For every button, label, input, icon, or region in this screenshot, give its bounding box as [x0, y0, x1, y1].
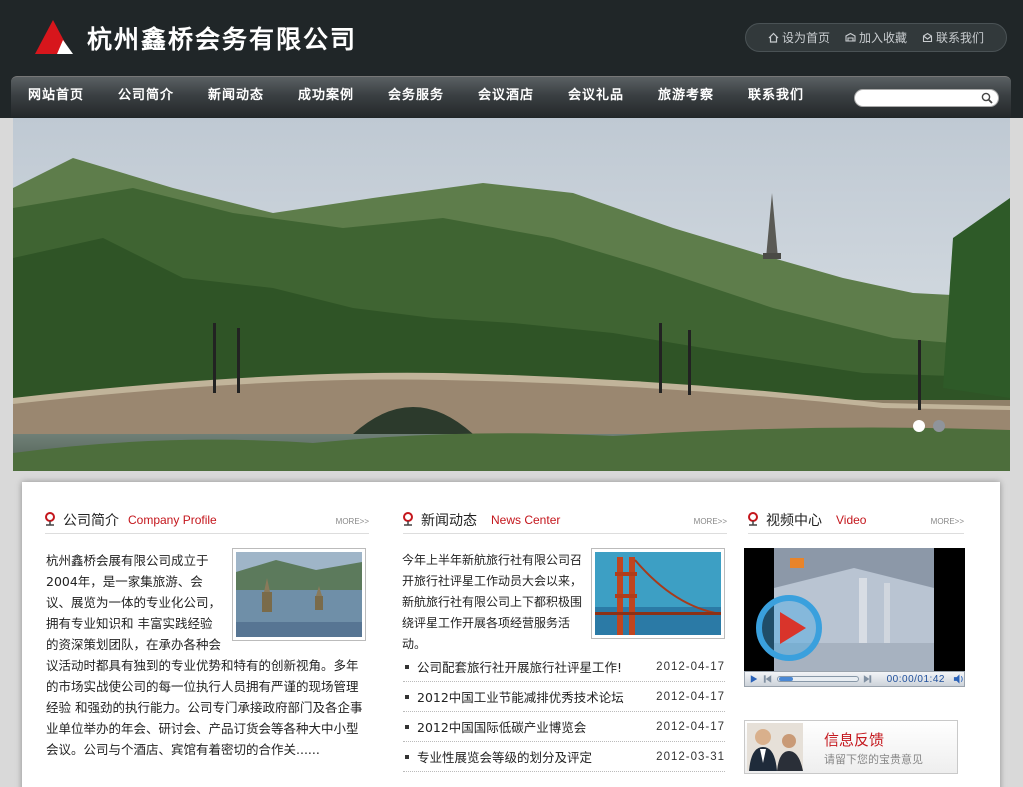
- video-frame-image: [744, 548, 965, 671]
- home-icon: [768, 32, 779, 43]
- contact-us-label: 联系我们: [936, 31, 985, 45]
- news-title-en: News Center: [491, 513, 561, 527]
- location-pin-icon: [748, 512, 758, 526]
- news-item-date: 2012-04-17: [656, 720, 725, 733]
- banner-landscape-image: [13, 118, 1010, 471]
- banner-pagination: [913, 420, 953, 432]
- news-thumbnail[interactable]: [591, 548, 725, 639]
- nav-item-gifts[interactable]: 会议礼品: [551, 77, 641, 117]
- business-people-image: [747, 723, 803, 771]
- video-header: 视频中心 Video MORE>>: [748, 504, 964, 534]
- west-lake-pagoda-image: [236, 552, 362, 637]
- news-header: 新闻动态 News Center MORE>>: [403, 504, 727, 534]
- site-title[interactable]: 杭州鑫桥会务有限公司: [87, 22, 357, 58]
- news-item[interactable]: 公司配套旅行社开展旅行社评星工作! 2012-04-17: [403, 652, 725, 682]
- video-title-cn: 视频中心: [766, 513, 822, 529]
- contact-icon: [922, 32, 933, 43]
- play-icon[interactable]: [748, 673, 759, 685]
- search-box: [854, 89, 999, 107]
- nav-item-home[interactable]: 网站首页: [11, 77, 101, 117]
- about-title-cn: 公司简介: [63, 513, 119, 529]
- video-player[interactable]: 00:00/01:42: [744, 548, 965, 687]
- about-header: 公司简介 Company Profile MORE>>: [45, 504, 369, 534]
- news-item-title: 2012中国国际低碳产业博览会: [417, 720, 587, 735]
- nav-item-cases[interactable]: 成功案例: [281, 77, 371, 117]
- nav-item-news[interactable]: 新闻动态: [191, 77, 281, 117]
- nav-item-contact[interactable]: 联系我们: [731, 77, 821, 117]
- search-input[interactable]: [863, 91, 978, 105]
- location-pin-icon: [45, 512, 55, 526]
- banner-dot-1[interactable]: [913, 420, 925, 432]
- news-list: 公司配套旅行社开展旅行社评星工作! 2012-04-17 2012中国工业节能减…: [403, 652, 725, 772]
- video-more-link[interactable]: MORE>>: [931, 517, 964, 526]
- favorite-icon: [845, 32, 856, 42]
- rewind-icon[interactable]: [762, 673, 773, 685]
- news-item-date: 2012-03-31: [656, 750, 725, 763]
- feedback-title: 信息反馈: [824, 731, 885, 749]
- news-title-cn: 新闻动态: [421, 513, 477, 529]
- set-homepage-link[interactable]: 设为首页: [768, 29, 830, 46]
- hero-banner[interactable]: [13, 118, 1010, 471]
- news-item[interactable]: 专业性展览会等级的划分及评定 2012-03-31: [403, 742, 725, 772]
- news-item[interactable]: 2012中国国际低碳产业博览会 2012-04-17: [403, 712, 725, 742]
- bullet-icon: [405, 664, 409, 669]
- set-homepage-label: 设为首页: [782, 31, 831, 45]
- about-thumbnail[interactable]: [232, 548, 366, 641]
- bullet-icon: [405, 724, 409, 729]
- nav-item-about[interactable]: 公司简介: [101, 77, 191, 117]
- location-pin-icon: [403, 512, 413, 526]
- nav-item-hotels[interactable]: 会议酒店: [461, 77, 551, 117]
- news-more-link[interactable]: MORE>>: [694, 517, 727, 526]
- add-favorite-label: 加入收藏: [859, 31, 908, 45]
- about-title-en: Company Profile: [128, 513, 217, 527]
- search-icon[interactable]: [981, 92, 993, 104]
- news-item-date: 2012-04-17: [656, 660, 725, 673]
- news-item-title: 公司配套旅行社开展旅行社评星工作!: [417, 660, 623, 675]
- golden-gate-bridge-image: [595, 552, 722, 635]
- forward-icon[interactable]: [862, 673, 873, 685]
- main-nav: 网站首页 公司简介 新闻动态 成功案例 会务服务 会议酒店 会议礼品 旅游考察 …: [11, 76, 1011, 117]
- nav-item-services[interactable]: 会务服务: [371, 77, 461, 117]
- volume-icon[interactable]: [953, 673, 964, 685]
- video-controls: 00:00/01:42: [744, 671, 965, 687]
- news-item[interactable]: 2012中国工业节能减排优秀技术论坛 2012-04-17: [403, 682, 725, 712]
- video-time: 00:00/01:42: [886, 673, 945, 685]
- about-more-link[interactable]: MORE>>: [336, 517, 369, 526]
- video-title-en: Video: [836, 513, 867, 527]
- bullet-icon: [405, 754, 409, 759]
- feedback-subtitle: 请留下您的宝贵意见: [824, 753, 923, 766]
- news-lead-text: 今年上半年新航旅行社有限公司召开旅行社评星工作动员大会以来，新航旅行社有限公司上…: [402, 550, 582, 655]
- quick-links-bar: 设为首页 加入收藏 联系我们: [745, 23, 1007, 52]
- news-lead: 今年上半年新航旅行社有限公司召开旅行社评星工作动员大会以来，新航旅行社有限公司上…: [402, 553, 583, 651]
- video-progress-bar[interactable]: [777, 676, 859, 682]
- bullet-icon: [405, 694, 409, 699]
- banner-dot-2[interactable]: [933, 420, 945, 432]
- news-item-date: 2012-04-17: [656, 690, 725, 703]
- contact-us-link[interactable]: 联系我们: [922, 29, 984, 46]
- news-item-title: 专业性展览会等级的划分及评定: [417, 750, 593, 765]
- add-favorite-link[interactable]: 加入收藏: [845, 29, 907, 46]
- feedback-banner[interactable]: 信息反馈 请留下您的宝贵意见: [744, 720, 958, 774]
- content-panel: 公司简介 Company Profile MORE>> 杭州鑫桥会展有限公司成立…: [22, 482, 1000, 787]
- news-item-title: 2012中国工业节能减排优秀技术论坛: [417, 690, 624, 705]
- about-text-block: 杭州鑫桥会展有限公司成立于2004年，是一家集旅游、会议、展览为一体的专业化公司…: [46, 548, 366, 760]
- company-logo-icon[interactable]: [35, 20, 75, 54]
- nav-item-tours[interactable]: 旅游考察: [641, 77, 731, 117]
